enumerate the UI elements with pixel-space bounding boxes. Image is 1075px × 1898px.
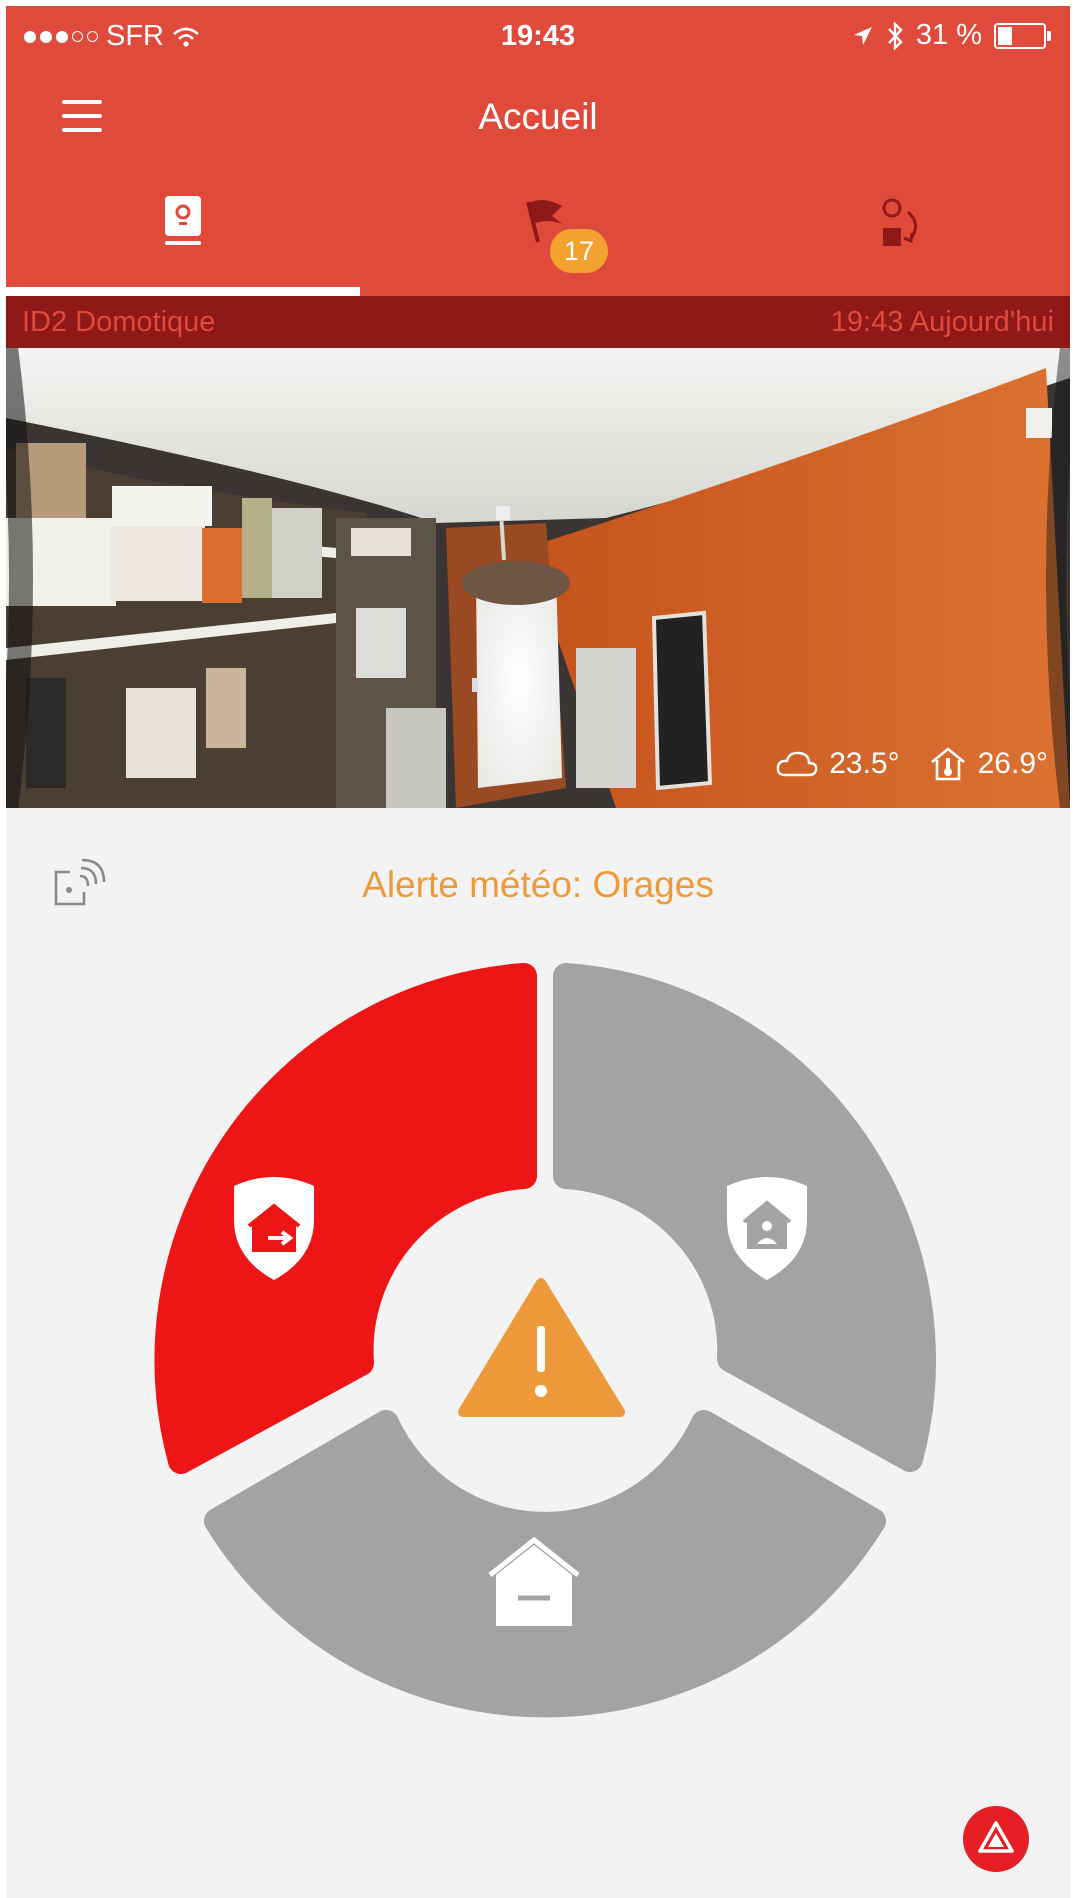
outdoor-temperature: 23.5° (829, 747, 900, 780)
tab-camera[interactable] (6, 166, 360, 291)
indoor-thermometer-icon (930, 747, 965, 781)
location-arrow-icon (853, 26, 872, 45)
device-name: ID2 Domotique (22, 306, 216, 338)
alarm-triangle-icon (978, 1821, 1014, 1853)
events-count-badge: 17 (550, 229, 608, 273)
indoor-temperature: 26.9° (977, 747, 1048, 780)
app-screen: SFR 19:43 31 % Accueil 17 ID2 Domotique … (6, 6, 1070, 1898)
alarm-panel: Alerte météo: Orages (6, 808, 1070, 1898)
camera-snapshot[interactable]: 23.5° 26.9° (6, 348, 1070, 808)
last-update-time: 19:43 Aujourd'hui (830, 306, 1054, 338)
weather-alert: Alerte météo: Orages (362, 864, 714, 905)
scenario-swap-icon (882, 198, 917, 246)
camera-device-icon (165, 196, 201, 245)
sos-alarm-button[interactable] (963, 1806, 1029, 1872)
selected-tab-indicator (6, 287, 360, 296)
device-info-bar: ID2 Domotique 19:43 Aujourd'hui (6, 296, 1070, 348)
room-image (6, 348, 1070, 808)
warning-icon[interactable] (458, 1278, 625, 1417)
alarm-mode-wheel (154, 963, 936, 1718)
bluetooth-icon (888, 21, 903, 50)
app-header: SFR 19:43 31 % Accueil 17 (6, 6, 1070, 296)
temperature-readout: 23.5° 26.9° (775, 746, 1048, 782)
tab-events[interactable] (360, 166, 714, 291)
status-right: 31 % (852, 19, 1051, 52)
tab-bar (6, 166, 1070, 291)
tab-scenarios[interactable] (714, 166, 1068, 291)
battery-icon (994, 22, 1051, 49)
page-title: Accueil (478, 96, 598, 137)
cloud-icon (776, 751, 818, 777)
away-mode-segment[interactable] (154, 963, 537, 1474)
status-bar: SFR 19:43 31 % (6, 6, 1070, 66)
battery-percent: 31 % (915, 19, 982, 51)
